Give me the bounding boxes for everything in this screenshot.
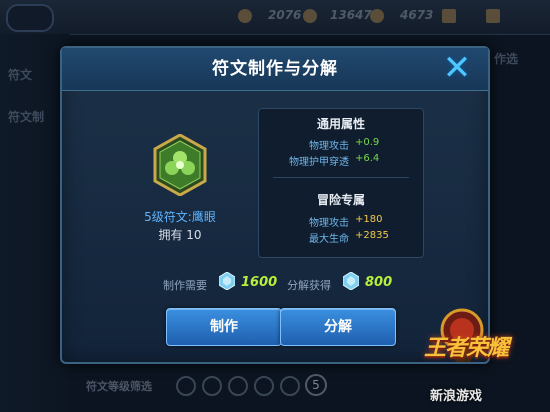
source-watermark: 新浪游戏 xyxy=(430,389,483,404)
level-filter-button[interactable] xyxy=(202,376,222,396)
rune-hexagon-icon xyxy=(153,134,207,196)
decompose-gain-label: 分解获得 xyxy=(287,279,331,292)
mail-icon[interactable] xyxy=(442,9,456,23)
rune-level-filter-label: 符文等级筛选 xyxy=(86,380,152,393)
attribute-value: +0.9 xyxy=(355,137,380,148)
stat-value: 2076 xyxy=(268,8,302,22)
game-logo-text: 王者荣耀 xyxy=(424,336,509,361)
back-button[interactable] xyxy=(6,4,54,32)
general-attributes-heading: 通用属性 xyxy=(316,117,365,131)
rune-owned-count: 拥有 10 xyxy=(158,228,202,242)
level-filter-button[interactable] xyxy=(254,376,274,396)
side-tab[interactable]: 符文制 xyxy=(8,108,44,125)
craft-cost-value: 1600 xyxy=(241,275,278,290)
level-filter-button[interactable] xyxy=(280,376,300,396)
close-icon[interactable]: ✕ xyxy=(438,51,476,85)
attribute-value: +2835 xyxy=(355,230,389,241)
decompose-button[interactable]: 分解 xyxy=(280,308,396,346)
settings-icon[interactable] xyxy=(486,9,500,23)
rune-name: 5级符文:鹰眼 xyxy=(144,210,216,224)
attribute-panel: 通用属性 物理攻击 +0.9 物理护甲穿透 +6.4 冒险专属 物理攻击 +18… xyxy=(258,108,424,258)
diamond-icon xyxy=(303,9,317,23)
coin-icon xyxy=(238,9,252,23)
level-filter-button[interactable] xyxy=(228,376,248,396)
gem-icon xyxy=(370,9,384,23)
level-filter-button[interactable] xyxy=(176,376,196,396)
attribute-label: 物理攻击 xyxy=(309,218,349,229)
side-label: 作选 xyxy=(494,52,519,66)
attribute-label: 最大生命 xyxy=(309,234,349,245)
craft-button[interactable]: 制作 xyxy=(166,308,282,346)
stat-value: 13647 xyxy=(330,8,372,22)
crystal-icon xyxy=(219,272,235,290)
stat-value: 4673 xyxy=(400,8,434,22)
attribute-label: 物理护甲穿透 xyxy=(289,157,349,168)
crystal-icon xyxy=(343,272,359,290)
side-tab[interactable]: 符文 xyxy=(8,66,32,83)
adventure-attributes-heading: 冒险专属 xyxy=(316,193,365,207)
level-filter-5-button[interactable]: 5 xyxy=(305,374,327,396)
craft-cost-label: 制作需要 xyxy=(163,279,207,292)
top-bar: 2076 13647 4673 xyxy=(0,0,550,35)
attribute-label: 物理攻击 xyxy=(309,141,349,152)
dialog-title: 符文制作与分解 xyxy=(212,59,338,79)
attribute-value: +180 xyxy=(355,214,383,225)
dialog-header: 符文制作与分解 ✕ xyxy=(62,48,488,91)
attribute-value: +6.4 xyxy=(355,153,380,164)
decompose-gain-value: 800 xyxy=(365,275,393,290)
divider xyxy=(273,177,409,178)
